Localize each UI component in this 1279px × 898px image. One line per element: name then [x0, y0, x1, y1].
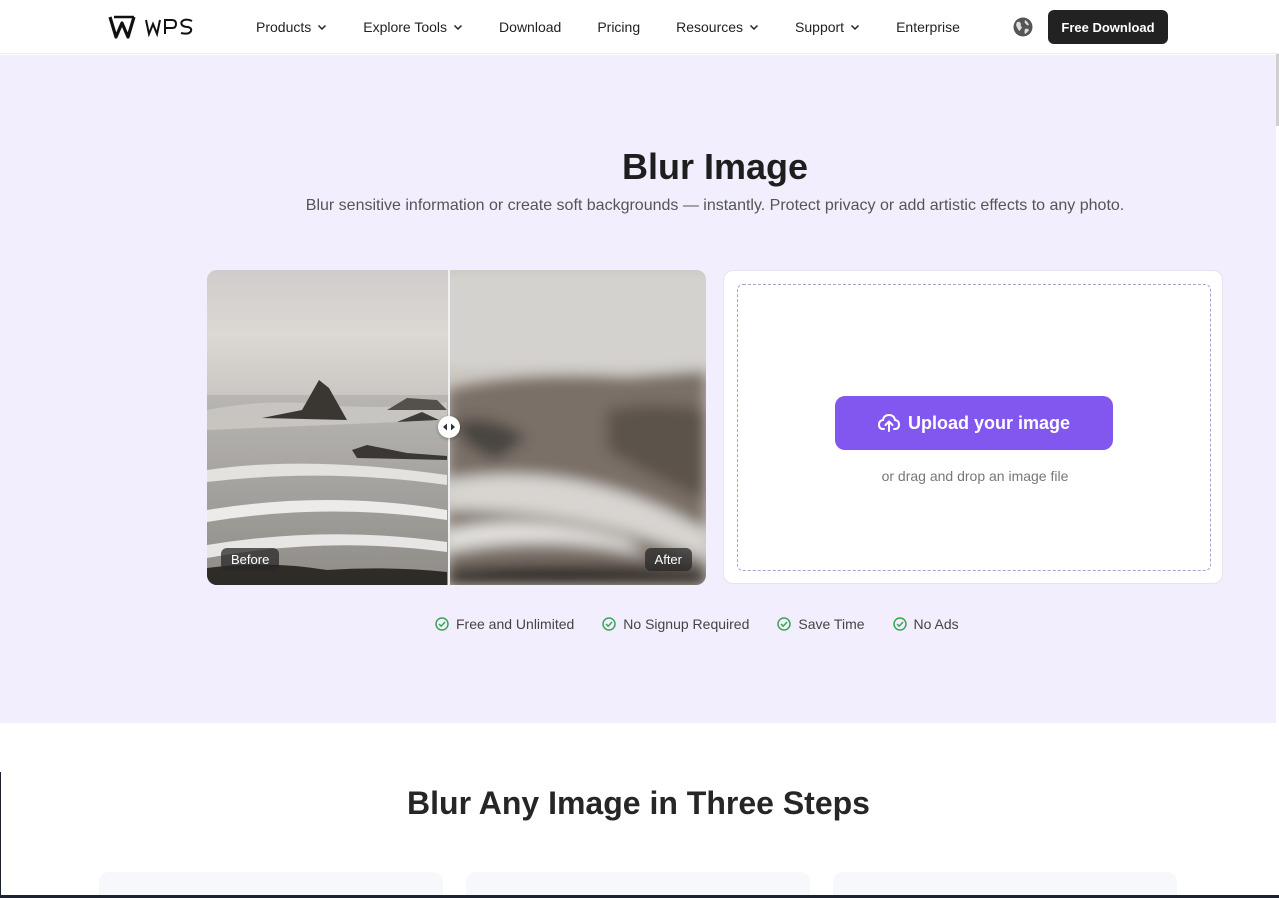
nav-explore-tools[interactable]: Explore Tools — [363, 19, 463, 35]
check-circle-icon — [892, 617, 907, 631]
before-label: Before — [221, 548, 280, 571]
feature-item: Free and Unlimited — [435, 616, 574, 632]
nav-support[interactable]: Support — [795, 19, 860, 35]
nav-enterprise[interactable]: Enterprise — [896, 19, 960, 35]
arrows-left-right-icon — [443, 423, 455, 431]
upload-button-label: Upload your image — [907, 412, 1071, 433]
window-edge — [0, 772, 1, 898]
drag-drop-hint: or drag and drop an image file — [881, 468, 1069, 484]
feature-label: Free and Unlimited — [456, 616, 575, 632]
nav-enterprise-label: Enterprise — [896, 19, 960, 35]
wps-logo[interactable] — [108, 14, 194, 40]
hero-section: Blur Image Blur sensitive information or… — [0, 55, 1276, 723]
feature-label: No Ads — [913, 616, 959, 632]
nav-download-label: Download — [499, 19, 562, 35]
main-nav: Products Explore Tools Download Pricing … — [256, 0, 996, 54]
page-title: Blur Image — [621, 146, 809, 187]
feature-label: No Signup Required — [623, 616, 750, 632]
wps-logo-icon — [108, 15, 193, 39]
chevron-down-icon — [750, 24, 759, 31]
chevron-down-icon — [851, 24, 860, 31]
nav-support-label: Support — [795, 19, 845, 35]
globe-icon[interactable] — [1012, 16, 1034, 38]
check-circle-icon — [602, 617, 617, 631]
feature-item: No Signup Required — [602, 616, 749, 632]
feature-item: Save Time — [777, 616, 865, 632]
top-navbar: Products Explore Tools Download Pricing … — [0, 0, 1279, 54]
nav-products[interactable]: Products — [256, 19, 327, 35]
free-download-button[interactable]: Free Download — [1048, 10, 1168, 44]
page-subtitle: Blur sensitive information or create sof… — [305, 197, 1125, 214]
nav-pricing[interactable]: Pricing — [597, 19, 640, 35]
cloud-upload-icon — [877, 413, 900, 432]
nav-explore-tools-label: Explore Tools — [363, 19, 448, 35]
chevron-down-icon — [454, 24, 463, 31]
upload-panel: Upload your image or drag and drop an im… — [723, 270, 1223, 584]
image-dropzone[interactable]: Upload your image or drag and drop an im… — [737, 284, 1211, 571]
nav-resources-label: Resources — [676, 19, 744, 35]
feature-item: No Ads — [892, 616, 959, 632]
before-after-comparison[interactable]: Before After — [207, 270, 706, 585]
nav-products-label: Products — [256, 19, 312, 35]
nav-download[interactable]: Download — [499, 19, 561, 35]
feature-label: Save Time — [798, 616, 865, 632]
after-label: After — [644, 548, 692, 571]
check-circle-icon — [777, 617, 792, 631]
feature-list: Free and Unlimited No Signup Required Sa… — [435, 616, 987, 632]
chevron-down-icon — [318, 24, 327, 31]
nav-resources[interactable]: Resources — [676, 19, 759, 35]
steps-heading: Blur Any Image in Three Steps — [407, 785, 870, 821]
check-circle-icon — [435, 617, 449, 631]
comparison-slider-handle[interactable] — [438, 416, 460, 438]
upload-image-button[interactable]: Upload your image — [835, 396, 1113, 450]
nav-pricing-label: Pricing — [597, 19, 641, 35]
